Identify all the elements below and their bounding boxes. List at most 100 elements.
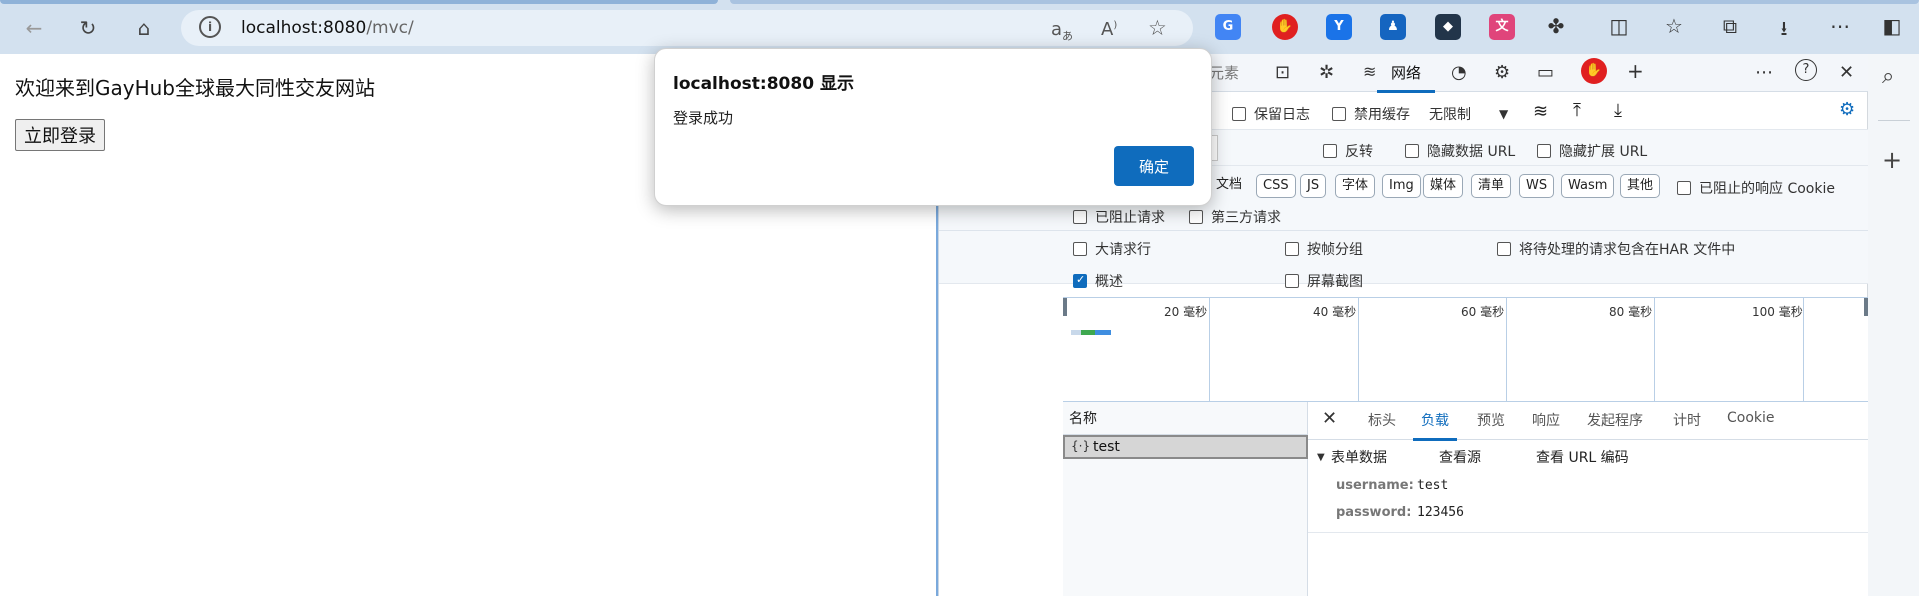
hide-extension-url-checkbox[interactable]: 隐藏扩展 URL [1537, 141, 1647, 161]
tab-response[interactable]: 响应 [1532, 410, 1560, 430]
more-options-icon[interactable]: ⋯ [1755, 62, 1773, 83]
active-tab-strip [0, 0, 718, 4]
chip-js[interactable]: JS [1300, 174, 1327, 198]
view-url-encoded-link[interactable]: 查看 URL 编码 [1536, 447, 1629, 467]
options-divider [939, 230, 1868, 231]
immersive-reader-icon[interactable]: A) [1101, 19, 1117, 40]
back-arrow-icon[interactable]: ← [18, 12, 50, 44]
group-by-frame-checkbox[interactable]: 按帧分组 [1285, 239, 1363, 259]
sidebar-toggle-icon[interactable]: ◧ [1878, 14, 1906, 38]
blocked-requests-label: 已阻止请求 [1095, 210, 1165, 226]
help-icon[interactable]: ? [1795, 59, 1817, 81]
extensions-puzzle-icon[interactable]: ✤ [1542, 14, 1570, 38]
tab-cookies[interactable]: Cookie [1727, 410, 1775, 426]
tab-network[interactable]: 网络 [1376, 62, 1436, 93]
bug-icon[interactable]: ✲ [1319, 62, 1334, 83]
url-host: localhost:8080 [241, 18, 367, 38]
export-har-icon[interactable]: ⤓ [1614, 100, 1622, 121]
hide-data-url-label: 隐藏数据 URL [1427, 144, 1516, 160]
field-value-username: test [1417, 478, 1449, 493]
view-source-link[interactable]: 查看源 [1439, 447, 1481, 467]
field-value-password: 123456 [1417, 505, 1464, 520]
gear-icon[interactable]: ⚙ [1494, 62, 1510, 83]
request-row[interactable]: {·} test [1063, 435, 1308, 459]
dialog-title: localhost:8080 显示 [673, 74, 854, 94]
blocked-requests-checkbox[interactable]: 已阻止请求 [1073, 207, 1165, 227]
favorites-icon[interactable]: ☆ [1660, 14, 1688, 38]
google-translate-extension-icon[interactable]: G [1215, 14, 1241, 40]
chip-ws[interactable]: WS [1519, 174, 1555, 198]
tab-initiator[interactable]: 发起程序 [1587, 410, 1643, 430]
performance-icon[interactable]: ◔ [1451, 62, 1467, 83]
console-icon[interactable]: ⊡ [1275, 62, 1290, 83]
blue-extension-icon[interactable]: Y [1326, 14, 1352, 40]
tab-elements[interactable]: 元素 [1209, 62, 1239, 83]
network-conditions-icon[interactable]: ≋ [1533, 101, 1548, 122]
adblock-extension-icon[interactable]: ✋ [1272, 14, 1298, 40]
url-text[interactable]: localhost:8080/mvc/ [241, 18, 414, 38]
chip-css[interactable]: CSS [1256, 174, 1296, 198]
timeline-gridline [1209, 298, 1210, 401]
hide-extension-url-label: 隐藏扩展 URL [1559, 144, 1648, 160]
chip-img[interactable]: Img [1382, 174, 1421, 198]
favorite-star-icon[interactable]: ☆ [1148, 16, 1167, 40]
timeline-left-handle[interactable] [1063, 298, 1067, 316]
edge-sidebar: ⌕ + [1867, 54, 1919, 596]
network-settings-gear-icon[interactable]: ⚙ [1839, 99, 1855, 120]
big-request-rows-label: 大请求行 [1095, 242, 1151, 258]
disable-cache-checkbox[interactable]: 禁用缓存 [1332, 104, 1410, 124]
triangle-down-icon[interactable]: ▼ [1317, 452, 1325, 463]
home-icon[interactable]: ⌂ [128, 12, 160, 44]
big-request-rows-checkbox[interactable]: 大请求行 [1073, 239, 1151, 259]
downloads-icon[interactable]: ⭳ [1770, 14, 1798, 48]
chip-media[interactable]: 媒体 [1423, 174, 1464, 198]
import-har-icon[interactable]: ⤒ [1573, 100, 1581, 121]
tab-payload[interactable]: 负载 [1413, 410, 1457, 441]
read-aloud-icon[interactable]: aあ [1051, 19, 1073, 44]
tab-preview[interactable]: 预览 [1477, 410, 1505, 430]
hide-data-url-checkbox[interactable]: 隐藏数据 URL [1405, 141, 1515, 161]
chip-wasm[interactable]: Wasm [1561, 174, 1615, 198]
disable-cache-label: 禁用缓存 [1354, 107, 1410, 123]
refresh-icon[interactable]: ↻ [72, 12, 104, 44]
collections-icon[interactable]: ⧉ [1716, 14, 1744, 38]
invert-checkbox[interactable]: 反转 [1323, 141, 1373, 161]
third-party-checkbox[interactable]: 第三方请求 [1189, 207, 1281, 227]
chip-other[interactable]: 其他 [1620, 174, 1661, 198]
close-icon[interactable]: ✕ [1839, 62, 1854, 83]
chip-font[interactable]: 字体 [1335, 174, 1376, 198]
address-bar[interactable]: i localhost:8080/mvc/ aあ A) ☆ [181, 10, 1193, 46]
form-data-section[interactable]: 表单数据 [1331, 447, 1387, 467]
timeline-gridline [1506, 298, 1507, 401]
overview-checkbox[interactable]: 概述 [1073, 271, 1123, 291]
translate-extension-icon[interactable]: 文 [1489, 14, 1515, 40]
chip-manifest[interactable]: 清单 [1471, 174, 1512, 198]
preserve-log-checkbox[interactable]: 保留日志 [1232, 104, 1310, 124]
tab-headers[interactable]: 标头 [1368, 410, 1396, 430]
add-icon[interactable]: + [1882, 146, 1902, 174]
dark-extension-icon[interactable]: ◆ [1435, 14, 1461, 40]
adblock-devtools-icon[interactable]: ✋ [1581, 58, 1607, 84]
more-menu-icon[interactable]: ⋯ [1826, 14, 1854, 38]
split-screen-icon[interactable]: ◫ [1605, 14, 1633, 38]
name-column-header[interactable]: 名称 [1069, 408, 1097, 428]
timeline-gridline [1803, 298, 1804, 401]
tab-timing[interactable]: 计时 [1673, 410, 1701, 430]
include-pending-har-checkbox[interactable]: 将待处理的请求包含在HAR 文件中 [1497, 239, 1735, 259]
throttle-select[interactable]: 无限制 ▼ [1429, 104, 1508, 124]
add-tab-icon[interactable]: + [1627, 59, 1644, 83]
close-details-icon[interactable]: ✕ [1322, 408, 1337, 429]
application-icon[interactable]: ▭ [1537, 62, 1554, 83]
person-extension-icon[interactable]: ♟ [1380, 14, 1406, 40]
blocked-response-cookies-checkbox[interactable]: 已阻止的响应 Cookie [1677, 178, 1835, 198]
login-button[interactable]: 立即登录 [15, 119, 105, 151]
info-icon[interactable]: i [199, 16, 221, 38]
ok-button[interactable]: 确定 [1114, 146, 1194, 186]
chip-document[interactable]: 文档 [1210, 174, 1248, 198]
screenshots-checkbox[interactable]: 屏幕截图 [1285, 271, 1363, 291]
search-icon[interactable]: ⌕ [1882, 64, 1894, 89]
timeline-right-handle[interactable] [1864, 298, 1868, 316]
dialog-message: 登录成功 [673, 109, 734, 127]
timeline-bar-waiting [1071, 330, 1081, 335]
alert-dialog: localhost:8080 显示 登录成功 确定 [654, 48, 1212, 206]
